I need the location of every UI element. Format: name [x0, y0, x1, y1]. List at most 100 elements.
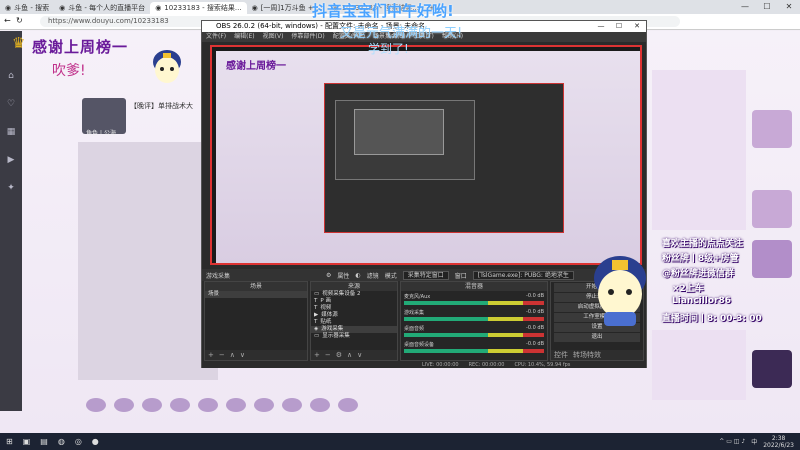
source-item-selected[interactable]: ◈ 游戏采集	[311, 326, 397, 333]
scene-item[interactable]: 场景	[205, 291, 307, 298]
file-explorer-icon[interactable]: ▤	[40, 437, 48, 446]
gear-icon[interactable]: ⚙	[336, 350, 342, 360]
live-status: LIVE: 00:00:00	[422, 362, 459, 368]
source-item[interactable]: ▭ 视频采集设备 2	[311, 291, 397, 298]
recommend-card[interactable]	[752, 110, 792, 148]
taskview-icon[interactable]: ▣	[23, 437, 31, 446]
remove-icon[interactable]: −	[325, 350, 331, 360]
gift-icon[interactable]	[86, 398, 106, 412]
chat-panel	[652, 70, 746, 230]
chrome-icon[interactable]: ◎	[75, 437, 82, 446]
tab-favicon-icon: ◉	[155, 4, 162, 12]
banner-title: 感谢上周榜一	[32, 38, 129, 56]
gift-icon[interactable]	[310, 398, 330, 412]
mixer-channel: 游戏采集 -0.0 dB	[404, 309, 544, 323]
volume-meter[interactable]	[404, 301, 544, 305]
tab-transitions[interactable]: 转场特效	[573, 350, 601, 360]
add-icon[interactable]: +	[314, 350, 320, 360]
move-up-icon[interactable]: ∧	[347, 350, 352, 360]
filter-icon[interactable]: ◐	[355, 272, 360, 279]
sidebar-video-icon[interactable]: ▶	[8, 155, 15, 165]
sidebar-game-icon[interactable]: ✦	[7, 183, 15, 193]
obs-source-toolbar: 游戏采集 ⚙ 属性 ◐ 滤镜 模式 采集特定窗口 窗口 [TslGame.exe…	[202, 269, 646, 281]
obs-maximize-button[interactable]: ☐	[610, 21, 628, 32]
minimize-button[interactable]: —	[734, 0, 756, 14]
stream-title: 【晚评】单排战术大	[130, 102, 193, 110]
source-item[interactable]: TP 画	[311, 298, 397, 305]
recommend-card[interactable]	[752, 350, 792, 388]
source-item[interactable]: T 贴纸	[311, 319, 397, 326]
menu-file[interactable]: 文件(F)	[206, 32, 226, 42]
filters-button[interactable]: 滤镜	[367, 271, 379, 280]
mixer-channel: 桌面音频设备 -0.0 dB	[404, 341, 544, 355]
move-down-icon[interactable]: ∨	[357, 350, 362, 360]
language-indicator[interactable]: 中	[751, 437, 757, 446]
gift-icon[interactable]	[198, 398, 218, 412]
volume-meter[interactable]	[404, 333, 544, 337]
screen: ◉ 斗鱼 - 搜索 ◉ 斗鱼 - 每个人的直播平台 ◉ 10233183 - 搜索结果…	[0, 0, 800, 450]
edge-icon[interactable]: ◍	[58, 437, 65, 446]
douyu-icon[interactable]: ●	[92, 437, 99, 446]
remove-icon[interactable]: −	[219, 350, 225, 360]
danmu-text: 抖音宝宝们中午好哟!	[312, 2, 454, 20]
close-button[interactable]: ✕	[778, 0, 800, 14]
mascot-image	[594, 256, 646, 326]
source-item[interactable]: ▭ 显示器采集	[311, 333, 397, 340]
reload-icon[interactable]: ↻	[16, 16, 23, 25]
gift-icon[interactable]	[338, 398, 358, 412]
exit-button[interactable]: 退出	[554, 333, 640, 342]
obs-window-controls: — ☐ ✕	[592, 21, 646, 32]
sources-header: 来源	[311, 282, 397, 291]
properties-button[interactable]: 属性	[337, 271, 349, 280]
menu-docks[interactable]: 停靠部件(D)	[291, 32, 324, 42]
gift-icon[interactable]	[142, 398, 162, 412]
gift-icon[interactable]	[170, 398, 190, 412]
browser-tab[interactable]: ◉ 斗鱼 - 搜索	[0, 2, 54, 14]
taskbar-icons: ⊞ ▣ ▤ ◍ ◎ ●	[0, 437, 99, 446]
gear-icon[interactable]: ⚙	[326, 272, 331, 279]
volume-meter[interactable]	[404, 349, 544, 353]
add-icon[interactable]: +	[208, 350, 214, 360]
window-label: 窗口	[454, 272, 467, 280]
obs-minimize-button[interactable]: —	[592, 21, 610, 32]
channel-level: -0.0 dB	[526, 309, 544, 315]
gift-icon[interactable]	[282, 398, 302, 412]
tab-label: 斗鱼 - 每个人的直播平台	[68, 4, 146, 12]
browser-window-controls: — ☐ ✕	[734, 0, 800, 14]
preview-capture: 感谢上周榜一	[216, 51, 640, 263]
danmu-text: 又是元气满满的一天!	[340, 26, 463, 41]
obs-close-button[interactable]: ✕	[628, 21, 646, 32]
browser-tab-active[interactable]: ◉ 10233183 - 搜索结果...	[150, 2, 247, 14]
windows-start-icon[interactable]: ⊞	[6, 437, 13, 446]
recommend-card[interactable]	[752, 190, 792, 228]
maximize-button[interactable]: ☐	[756, 0, 778, 14]
text-icon: T	[314, 305, 318, 311]
obs-preview[interactable]: 感谢上周榜一	[210, 45, 642, 265]
source-item[interactable]: T 视频	[311, 305, 397, 312]
tab-favicon-icon: ◉	[5, 4, 12, 12]
scene-item-label: 场景	[208, 291, 220, 297]
move-down-icon[interactable]: ∨	[240, 350, 245, 360]
sidebar-follow-icon[interactable]: ♡	[7, 99, 15, 109]
menu-view[interactable]: 视图(V)	[263, 32, 284, 42]
scenes-dock: 场景 场景 + − ∧ ∨	[204, 281, 308, 361]
tray-icons[interactable]: ^ ▭ ◫ ♪	[719, 438, 745, 445]
move-up-icon[interactable]: ∧	[230, 350, 235, 360]
streamer-info-overlay: 喜欢主播的点点关注 粉丝牌丨8级+房管 @粉丝牌进微信群 ×2上车 Lianci…	[662, 236, 788, 332]
sidebar-home-icon[interactable]: ⌂	[8, 71, 14, 81]
back-icon[interactable]: ←	[4, 16, 11, 25]
system-tray: ^ ▭ ◫ ♪ 中 2:38 2022/6/23	[719, 435, 800, 449]
browser-tab[interactable]: ◉ 斗鱼 - 每个人的直播平台	[54, 2, 150, 14]
clock[interactable]: 2:38 2022/6/23	[763, 435, 794, 449]
volume-meter[interactable]	[404, 317, 544, 321]
tab-controls[interactable]: 控件	[554, 350, 568, 360]
gift-icon[interactable]	[254, 398, 274, 412]
source-label: 视频	[320, 305, 332, 311]
window-select[interactable]: [TslGame.exe]: PUBG: 绝地求生	[472, 270, 574, 280]
mode-select[interactable]: 采集特定窗口	[402, 270, 449, 280]
source-item[interactable]: ▶ 媒体源	[311, 312, 397, 319]
menu-edit[interactable]: 编辑(E)	[234, 32, 254, 42]
gift-icon[interactable]	[226, 398, 246, 412]
gift-icon[interactable]	[114, 398, 134, 412]
sidebar-category-icon[interactable]: ▦	[7, 127, 16, 137]
